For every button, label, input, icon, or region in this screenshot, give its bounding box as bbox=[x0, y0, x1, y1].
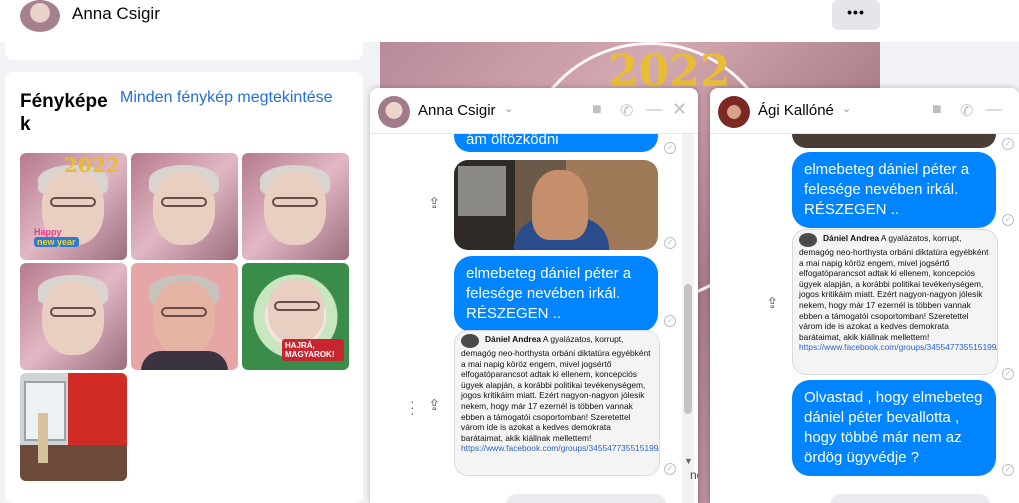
photo-window bbox=[458, 166, 506, 216]
message-text: Olvastad , hogy elmebeteg dániel péter b… bbox=[804, 389, 983, 466]
photo-thumbnail[interactable] bbox=[20, 263, 127, 370]
video-call-icon[interactable]: ■ bbox=[932, 101, 942, 119]
photo-person bbox=[532, 170, 588, 240]
video-call-icon[interactable]: ■ bbox=[592, 101, 602, 119]
photos-title[interactable]: Fényképek bbox=[20, 90, 115, 136]
phone-icon[interactable]: ✆ bbox=[960, 101, 973, 121]
outgoing-message[interactable]: elmebeteg dániel péter a felesége nevébe… bbox=[792, 152, 996, 228]
minimize-icon[interactable]: — bbox=[646, 101, 662, 119]
photo-glasses bbox=[161, 197, 207, 207]
post-text: A gyalázatos, korrupt, demagóg neo-horth… bbox=[461, 334, 651, 443]
post-link[interactable]: https://www.facebook.com/groups/34554773… bbox=[799, 342, 997, 352]
photo-face bbox=[268, 279, 324, 343]
see-all-photos-link[interactable]: Minden fénykép megtekintése bbox=[120, 89, 333, 107]
chat-header: Ági Kallóné ⌄ ■ ✆ — bbox=[710, 88, 1019, 134]
photo-thumbnail[interactable] bbox=[131, 153, 238, 260]
outgoing-message[interactable]: Olvastad , hogy elmebeteg dániel péter b… bbox=[792, 380, 996, 476]
photo-thumbnail[interactable] bbox=[131, 263, 238, 370]
shared-post-screenshot[interactable]: Dániel Andrea A gyalázatos, korrupt, dem… bbox=[792, 229, 998, 375]
share-icon[interactable]: ⇪ bbox=[428, 194, 441, 212]
chat-window-anna: Anna Csigir ⌄ ■ ✆ — ✕ ám öltözködni ✓ ✓ … bbox=[370, 88, 698, 503]
year-sticker: 2022 bbox=[64, 153, 120, 177]
message-input[interactable] bbox=[830, 494, 990, 503]
profile-avatar[interactable] bbox=[20, 0, 60, 32]
post-link[interactable]: https://www.facebook.com/groups/34554773… bbox=[461, 443, 659, 453]
chevron-down-icon[interactable]: ⌄ bbox=[842, 102, 851, 115]
post-author: Dániel Andrea bbox=[823, 233, 880, 243]
read-receipt-icon: ✓ bbox=[664, 463, 676, 475]
phone-icon[interactable]: ✆ bbox=[620, 101, 633, 121]
photo-shirt bbox=[141, 351, 228, 370]
chat-avatar[interactable] bbox=[718, 96, 750, 128]
photo-face bbox=[42, 281, 104, 355]
side-text: no bbox=[690, 468, 698, 482]
message-text: elmebeteg dániel péter a felesége nevébe… bbox=[466, 265, 632, 322]
post-avatar bbox=[461, 334, 479, 348]
minimize-icon[interactable]: — bbox=[986, 101, 1002, 119]
scroll-down-icon[interactable]: ▼ bbox=[684, 456, 693, 466]
chat-window-agi: Ági Kallóné ⌄ ■ ✆ — ✓ elmebeteg dániel p… bbox=[710, 88, 1019, 503]
photo-glasses bbox=[274, 301, 320, 311]
photo-glasses bbox=[161, 307, 207, 317]
photo-face bbox=[153, 281, 215, 355]
shared-post-screenshot[interactable]: Dániel Andrea A gyalázatos, korrupt, dem… bbox=[454, 330, 660, 476]
photo-glasses bbox=[50, 307, 96, 317]
photo-glasses bbox=[50, 197, 96, 207]
post-author: Dániel Andrea bbox=[485, 334, 542, 344]
photo-face bbox=[153, 171, 215, 245]
read-receipt-icon: ✓ bbox=[1002, 138, 1014, 150]
profile-header-bar: Anna Csigir ••• bbox=[0, 0, 1019, 42]
read-receipt-icon: ✓ bbox=[1002, 214, 1014, 226]
photo-glasses bbox=[272, 197, 318, 207]
intro-card-bottom bbox=[5, 42, 363, 60]
post-text: A gyalázatos, korrupt, demagóg neo-horth… bbox=[799, 233, 989, 342]
scrollbar[interactable] bbox=[682, 134, 694, 503]
chevron-down-icon[interactable]: ⌄ bbox=[504, 102, 513, 115]
chat-contact-name[interactable]: Ági Kallóné bbox=[758, 102, 834, 119]
chat-messages[interactable]: ✓ elmebeteg dániel péter a felesége nevé… bbox=[710, 122, 1019, 503]
chat-avatar[interactable] bbox=[378, 96, 410, 128]
photo-furniture bbox=[20, 445, 127, 481]
read-receipt-icon: ✓ bbox=[664, 237, 676, 249]
more-options-button[interactable]: ••• bbox=[832, 0, 880, 30]
photo-thumbnail[interactable] bbox=[242, 153, 349, 260]
shared-photo[interactable] bbox=[454, 160, 658, 250]
hajra-sticker: HAJRÁ, MAGYAROK! bbox=[282, 339, 344, 361]
chat-header: Anna Csigir ⌄ ■ ✆ — ✕ bbox=[370, 88, 698, 134]
read-receipt-icon: ✓ bbox=[664, 142, 676, 154]
share-icon[interactable]: ⇪ bbox=[766, 294, 779, 312]
read-receipt-icon: ✓ bbox=[1002, 368, 1014, 380]
chat-contact-name[interactable]: Anna Csigir bbox=[418, 102, 496, 119]
photo-thumbnail[interactable]: HAJRÁ, MAGYAROK! bbox=[242, 263, 349, 370]
photos-card: Fényképek Minden fénykép megtekintése 20… bbox=[5, 72, 363, 503]
photo-cat-tree bbox=[38, 413, 48, 463]
message-input[interactable] bbox=[506, 494, 666, 503]
outgoing-message[interactable]: elmebeteg dániel péter a felesége nevébe… bbox=[454, 256, 658, 332]
photo-face bbox=[264, 171, 326, 245]
happy-sticker: Happy bbox=[34, 227, 62, 237]
photo-thumbnail[interactable] bbox=[20, 373, 127, 481]
more-actions-icon[interactable]: · · · bbox=[410, 394, 415, 420]
post-avatar bbox=[799, 233, 817, 247]
read-receipt-icon: ✓ bbox=[664, 315, 676, 327]
read-receipt-icon: ✓ bbox=[1002, 464, 1014, 476]
share-icon[interactable]: ⇪ bbox=[428, 396, 441, 414]
message-text: elmebeteg dániel péter a felesége nevébe… bbox=[804, 161, 970, 218]
close-icon[interactable]: ✕ bbox=[672, 99, 687, 120]
chat-messages[interactable]: ám öltözködni ✓ ✓ ⇪ elmebeteg dániel pét… bbox=[370, 120, 698, 503]
new-year-sticker: new year bbox=[34, 237, 79, 247]
profile-name[interactable]: Anna Csigir bbox=[72, 4, 160, 24]
photo-thumbnail[interactable]: 2022 Happy new year bbox=[20, 153, 127, 260]
scrollbar-thumb[interactable] bbox=[684, 284, 692, 414]
